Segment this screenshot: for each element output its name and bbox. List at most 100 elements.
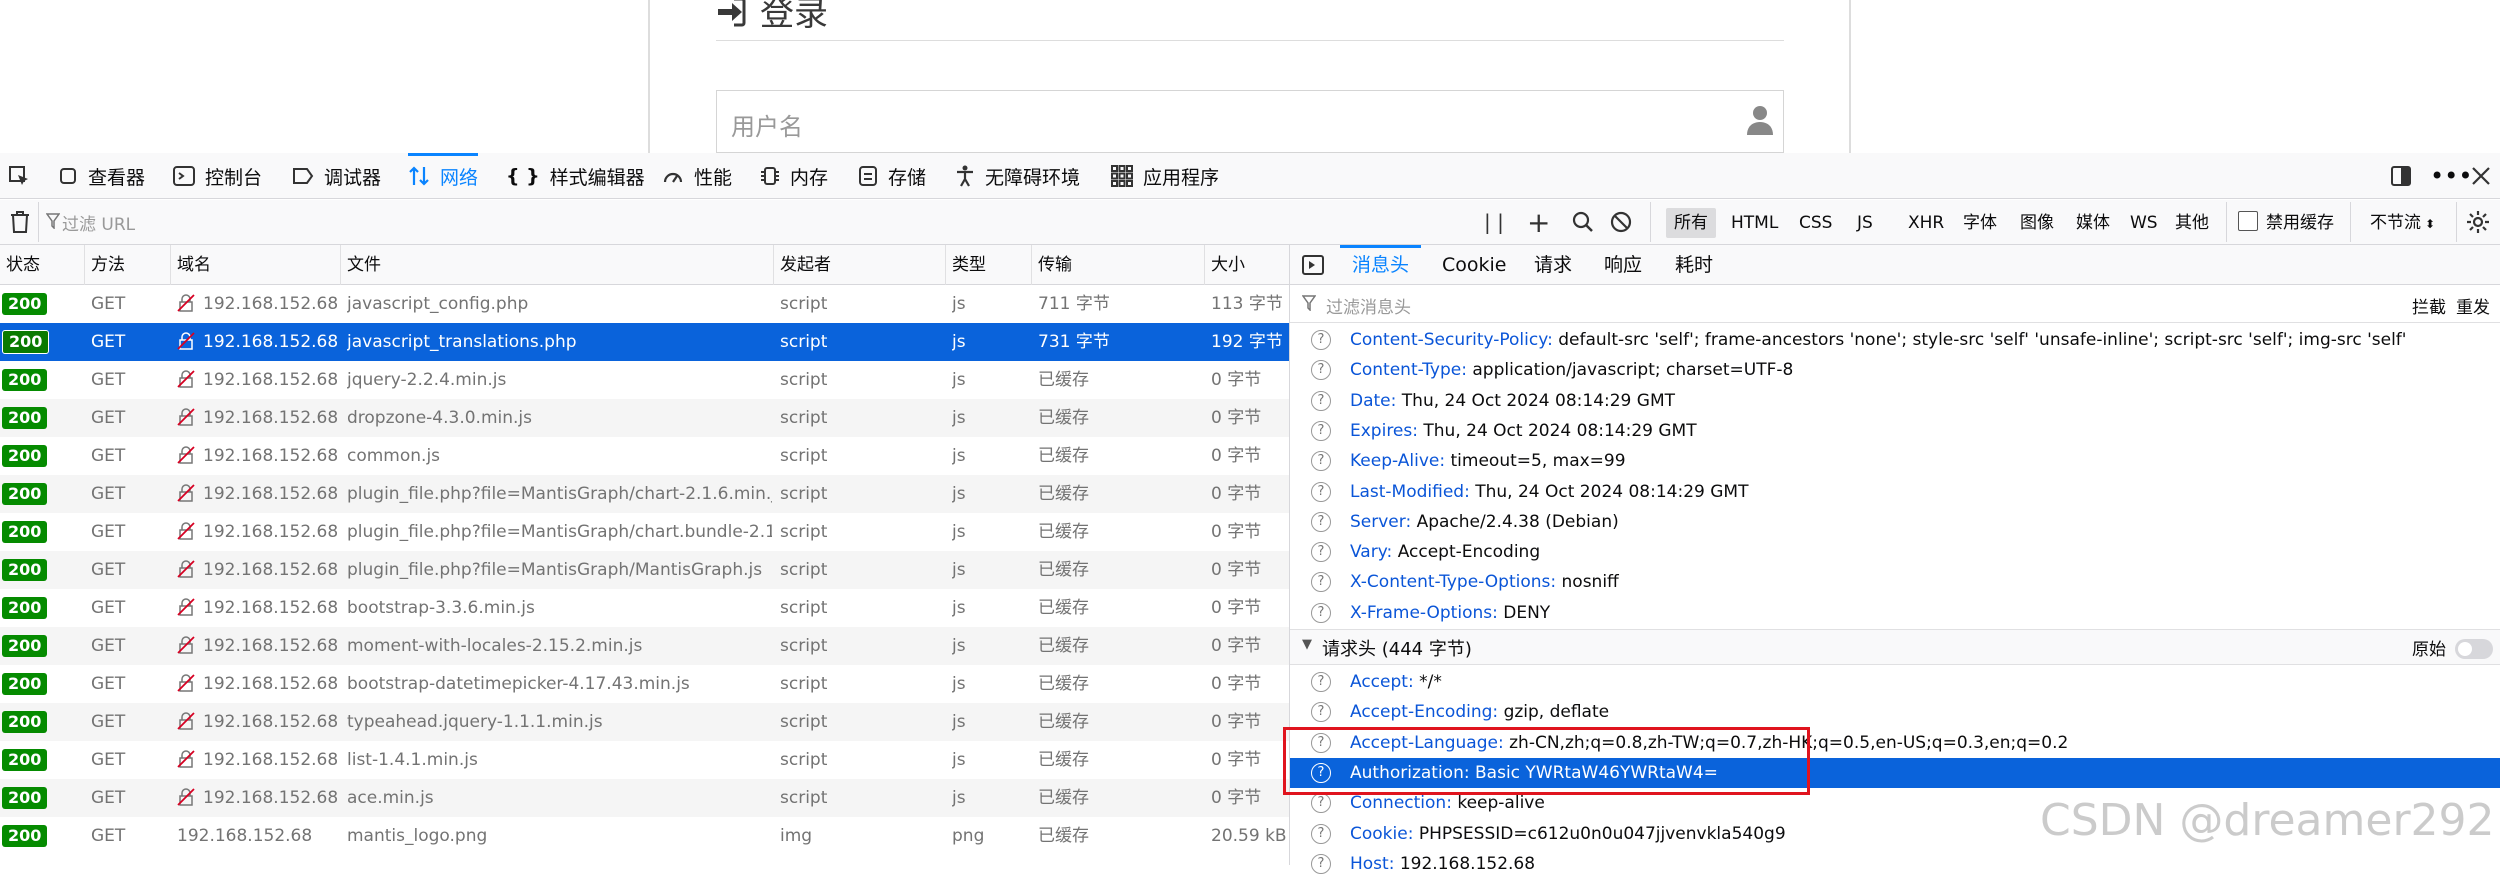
resend-button[interactable]: 重发 <box>2456 293 2490 318</box>
header-line[interactable]: ? Accept-Encoding: gzip, deflate <box>1290 697 2500 727</box>
help-icon[interactable]: ? <box>1311 672 1331 692</box>
add-request-button[interactable]: + <box>1527 206 1550 239</box>
column-size[interactable]: 大小 <box>1205 245 1289 285</box>
table-row[interactable]: 200 GET 192.168.152.68 mantis_logo.png img pn… <box>0 817 1289 855</box>
tab-debugger[interactable]: 调试器 <box>292 153 381 199</box>
help-icon[interactable]: ? <box>1311 360 1331 381</box>
tab-inspector[interactable]: 查看器 <box>58 153 145 199</box>
tab-response[interactable]: 响应 <box>1604 245 1642 285</box>
status-badge: 200 <box>2 361 79 399</box>
header-name: Server: Apache/2.4.38 (Debian) <box>1350 507 1619 537</box>
header-line[interactable]: ? Keep-Alive: timeout=5, max=99 <box>1290 446 2500 476</box>
filter-type-other[interactable]: 其他 <box>2167 208 2217 238</box>
filter-type-media[interactable]: 媒体 <box>2068 208 2118 238</box>
filter-type-images[interactable]: 图像 <box>2012 208 2062 238</box>
help-icon[interactable]: ? <box>1311 853 1331 874</box>
header-line[interactable]: ? Accept: */* <box>1290 667 2500 697</box>
help-icon[interactable]: ? <box>1311 420 1331 441</box>
throttle-select[interactable]: 不节流 ⬍ <box>2362 208 2443 238</box>
block-request-button[interactable]: 拦截 <box>2412 293 2446 318</box>
help-icon[interactable]: ? <box>1311 702 1331 723</box>
tab-storage[interactable]: 存储 <box>858 153 926 199</box>
clear-button[interactable] <box>10 211 30 238</box>
help-icon[interactable]: ? <box>1311 481 1331 502</box>
tab-headers[interactable]: 消息头 <box>1339 245 1422 285</box>
table-row[interactable]: 200 GET 192.168.152.68 moment-with-locales-… <box>0 627 1289 665</box>
table-row[interactable]: 200 GET 192.168.152.68 list-1.4.1.min.js scr… <box>0 741 1289 779</box>
help-icon[interactable]: ? <box>1311 511 1331 532</box>
element-picker-button[interactable] <box>8 153 40 199</box>
column-status[interactable]: 状态 <box>0 245 85 285</box>
column-transferred[interactable]: 传输 <box>1032 245 1205 285</box>
header-line[interactable]: ? Content-Security-Policy: default-src 's… <box>1290 325 2500 355</box>
filter-type-html[interactable]: HTML <box>1723 208 1786 238</box>
table-row[interactable]: 200 GET 192.168.152.68 bootstrap-3.3.6.min.… <box>0 589 1289 627</box>
table-row[interactable]: 200 GET 192.168.152.68 plugin_file.php?file… <box>0 475 1289 513</box>
header-filter-input[interactable]: 过滤消息头 <box>1326 293 1411 318</box>
dock-side-button[interactable] <box>2390 153 2422 199</box>
header-line[interactable]: ? X-Frame-Options: DENY <box>1290 598 2500 628</box>
help-icon[interactable]: ? <box>1311 390 1331 411</box>
table-row[interactable]: 200 GET 192.168.152.68 jquery-2.2.4.min.js s… <box>0 361 1289 399</box>
table-row[interactable]: 200 GET 192.168.152.68 plugin_file.php?file… <box>0 551 1289 589</box>
header-line[interactable]: ? Expires: Thu, 24 Oct 2024 08:14:29 GMT <box>1290 416 2500 446</box>
filter-url-input[interactable]: 过滤 URL <box>62 210 135 235</box>
table-row[interactable]: 200 GET 192.168.152.68 javascript_translati… <box>0 323 1289 361</box>
request-headers-section[interactable]: ▼ 请求头 (444 字节) 原始 <box>1290 629 2500 665</box>
header-line[interactable]: ? Host: 192.168.152.68 <box>1290 849 2500 879</box>
header-line[interactable]: ? X-Content-Type-Options: nosniff <box>1290 567 2500 597</box>
close-devtools-button[interactable] <box>2472 153 2500 199</box>
header-line[interactable]: ? Date: Thu, 24 Oct 2024 08:14:29 GMT <box>1290 386 2500 416</box>
header-line[interactable]: ? Vary: Accept-Encoding <box>1290 537 2500 567</box>
table-row[interactable]: 200 GET 192.168.152.68 ace.min.js script js 已缓… <box>0 779 1289 817</box>
help-icon[interactable]: ? <box>1311 542 1331 563</box>
filter-type-fonts[interactable]: 字体 <box>1955 208 2005 238</box>
column-initiator[interactable]: 发起者 <box>774 245 946 285</box>
header-line[interactable]: ? Last-Modified: Thu, 24 Oct 2024 08:14:2… <box>1290 477 2500 507</box>
filter-type-css[interactable]: CSS <box>1791 208 1840 238</box>
tab-cookies[interactable]: Cookie <box>1442 245 1507 285</box>
tab-application[interactable]: 应用程序 <box>1111 153 1219 199</box>
block-button[interactable] <box>1610 211 1632 238</box>
tab-style-editor[interactable]: { } 样式编辑器 <box>506 153 645 199</box>
filter-type-all[interactable]: 所有 <box>1666 208 1716 238</box>
table-row[interactable]: 200 GET 192.168.152.68 bootstrap-datetimepi… <box>0 665 1289 703</box>
help-icon[interactable]: ? <box>1311 572 1331 593</box>
tab-accessibility[interactable]: 无障碍环境 <box>955 153 1080 199</box>
pause-button[interactable]: | | <box>1484 210 1504 234</box>
username-input[interactable]: 用户名 <box>716 90 1784 153</box>
tab-performance[interactable]: 性能 <box>662 153 732 199</box>
table-row[interactable]: 200 GET 192.168.152.68 dropzone-4.3.0.min.j… <box>0 399 1289 437</box>
filter-type-ws[interactable]: WS <box>2122 208 2166 238</box>
table-row[interactable]: 200 GET 192.168.152.68 common.js script js 已缓存… <box>0 437 1289 475</box>
tab-network[interactable]: 网络 <box>408 153 479 199</box>
toggle-sidebar-button[interactable] <box>1302 255 1324 280</box>
tab-timings[interactable]: 耗时 <box>1675 245 1713 285</box>
disable-cache-checkbox[interactable] <box>2238 211 2258 231</box>
network-settings-button[interactable] <box>2466 210 2490 239</box>
help-icon[interactable]: ? <box>1311 793 1331 814</box>
help-icon[interactable]: ? <box>1311 823 1331 844</box>
help-icon[interactable]: ? <box>1311 330 1331 350</box>
network-toolbar: 过滤 URL | | + 所有 HTML CSS JS XHR 字体 图像 媒体… <box>0 200 2500 245</box>
column-type[interactable]: 类型 <box>946 245 1032 285</box>
search-button[interactable] <box>1572 211 1594 238</box>
header-line[interactable]: ? Server: Apache/2.4.38 (Debian) <box>1290 507 2500 537</box>
filter-type-xhr[interactable]: XHR <box>1900 208 1952 238</box>
help-icon[interactable]: ? <box>1311 602 1331 623</box>
tab-memory[interactable]: 内存 <box>760 153 828 199</box>
help-icon[interactable]: ? <box>1311 451 1331 472</box>
raw-toggle[interactable] <box>2455 639 2493 659</box>
column-file[interactable]: 文件 <box>341 245 774 285</box>
table-row[interactable]: 200 GET 192.168.152.68 typeahead.jquery-1.1… <box>0 703 1289 741</box>
more-options-button[interactable]: ••• <box>2430 153 2472 199</box>
filter-type-js[interactable]: JS <box>1849 208 1881 238</box>
header-line[interactable]: ? Content-Type: application/javascript; c… <box>1290 355 2500 385</box>
header-key: Expires <box>1350 420 1413 441</box>
tab-request[interactable]: 请求 <box>1534 245 1572 285</box>
table-row[interactable]: 200 GET 192.168.152.68 plugin_file.php?file… <box>0 513 1289 551</box>
column-method[interactable]: 方法 <box>85 245 171 285</box>
column-domain[interactable]: 域名 <box>171 245 341 285</box>
table-row[interactable]: 200 GET 192.168.152.68 javascript_config.ph… <box>0 285 1289 323</box>
tab-console[interactable]: 控制台 <box>173 153 262 199</box>
